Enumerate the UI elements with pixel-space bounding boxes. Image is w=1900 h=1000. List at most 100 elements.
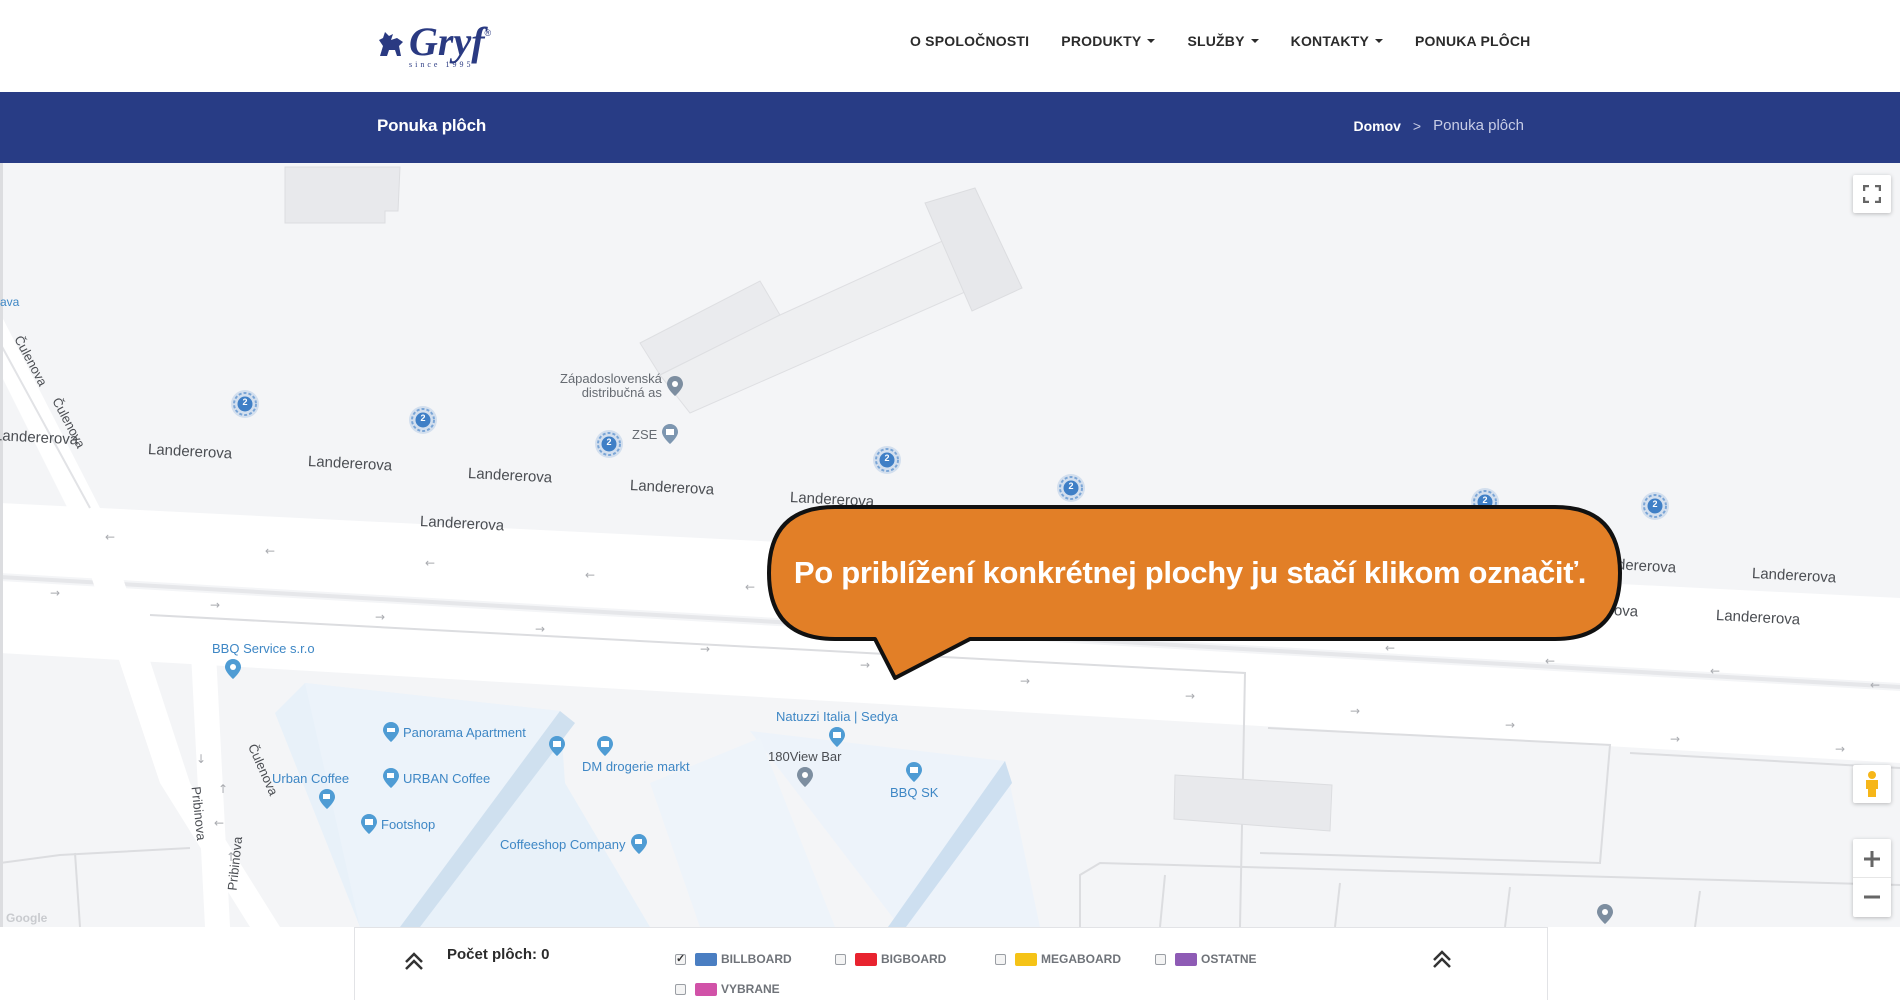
page: Gryf ® since 1995 O SPOLOČNOSTI PRODUKTY… [0, 0, 1900, 1000]
poi-bbq-sk[interactable]: BBQ SK [890, 761, 938, 800]
logo-registered: ® [484, 28, 492, 38]
poi-label: Západoslovenská [560, 371, 662, 386]
poi-label: ZSE [632, 426, 658, 442]
street-label: ava [0, 295, 20, 309]
poi-label: 180View Bar [768, 749, 842, 764]
filter-label: VYBRANE [721, 982, 780, 996]
poi-label: BBQ Service s.r.o [212, 641, 315, 656]
google-mark: Google [6, 911, 48, 925]
legend-filter-ostatne[interactable]: OSTATNE [1155, 952, 1257, 966]
poi-zse[interactable]: ZSE [632, 423, 679, 445]
breadcrumb-separator: > [1412, 117, 1422, 134]
nav-ponuka-ploch[interactable]: PONUKA PLÔCH [1415, 33, 1530, 49]
poi-dm-drogerie[interactable]: DM drogerie markt [582, 735, 690, 774]
svg-text:→: → [535, 622, 545, 636]
double-chevron-up-icon[interactable] [1431, 948, 1453, 970]
speech-bubble-shape [767, 505, 1622, 680]
svg-text:→: → [700, 642, 710, 656]
poi-urban-coffee[interactable]: URBAN Coffee [382, 767, 490, 789]
svg-text:←: ← [745, 580, 755, 594]
filter-checkbox[interactable] [675, 952, 686, 965]
poi-label: Coffeeshop Company [500, 836, 626, 852]
nav-label: PONUKA PLÔCH [1415, 33, 1531, 49]
billboard-cluster-marker[interactable]: 2 [1056, 473, 1086, 503]
location-pin-icon [666, 376, 683, 396]
svg-text:←: ← [265, 544, 275, 558]
legend-filter-bigboard[interactable]: BIGBOARD [835, 952, 946, 966]
filter-checkbox[interactable] [1155, 953, 1166, 965]
shop-pin-icon [597, 736, 613, 756]
location-pin-icon[interactable] [1596, 903, 1614, 925]
legend-filter-megaboard[interactable]: MEGABOARD [995, 952, 1121, 966]
caret-down-icon [1147, 39, 1156, 43]
food-pin-icon [225, 659, 241, 679]
filter-checkbox[interactable] [835, 953, 846, 965]
billboard-cluster-marker[interactable]: 2 [408, 405, 438, 435]
color-swatch [855, 952, 877, 966]
nav-label: KONTAKTY [1290, 33, 1369, 49]
svg-text:→: → [1670, 732, 1680, 746]
fullscreen-button[interactable] [1853, 175, 1891, 213]
billboard-cluster-marker[interactable]: 2 [1640, 491, 1670, 521]
cluster-count: 2 [884, 453, 890, 463]
logo-text: Gryf [409, 19, 485, 64]
cafe-pin-icon [383, 768, 399, 788]
cluster-count: 2 [242, 397, 248, 407]
svg-text:→: → [210, 598, 220, 612]
site-header: Gryf ® since 1995 O SPOLOČNOSTI PRODUKTY… [0, 0, 1900, 92]
svg-text:↓: ↓ [196, 752, 206, 766]
poi-zse-distribution[interactable]: Západoslovenská distribučná as [560, 372, 684, 400]
billboard-cluster-marker[interactable]: 2 [872, 445, 902, 475]
poi-natuzzi[interactable]: Natuzzi Italia | Sedya [776, 709, 898, 748]
legend-filter-vybrane[interactable]: VYBRANE [675, 982, 780, 996]
tooltip-bubble: Po priblížení konkrétnej plochy ju stačí… [765, 503, 1625, 683]
office-pin-icon [662, 424, 679, 444]
poi-coffeeshop-company[interactable]: Coffeeshop Company [500, 833, 648, 855]
filter-checkbox[interactable] [995, 953, 1006, 965]
cluster-count: 2 [420, 413, 426, 423]
nav-produkty[interactable]: PRODUKTY [1061, 33, 1156, 49]
poi-180view-bar[interactable]: 180View Bar [768, 749, 841, 788]
color-swatch [695, 952, 717, 966]
griffin-icon [379, 32, 403, 56]
svg-text:→: → [1835, 742, 1845, 756]
poi-footshop[interactable]: Footshop [360, 813, 435, 835]
main-nav: O SPOLOČNOSTI PRODUKTY SLUŽBY KONTAKTY P… [910, 33, 1562, 49]
svg-text:←: ← [214, 816, 224, 830]
poi-label: BBQ SK [890, 785, 939, 800]
map-canvas[interactable]: ←←←← ←←←← ←←←← →→→→ →→→→ →→→→ ↓↑←↑ Lande… [0, 163, 1900, 927]
nav-label: SLUŽBY [1187, 33, 1245, 49]
nav-kontakty[interactable]: KONTAKTY [1291, 33, 1383, 49]
billboard-cluster-marker[interactable]: 2 [230, 389, 260, 419]
legend-filter-billboard[interactable]: BILLBOARD [675, 952, 792, 966]
poi-panorama-apartment[interactable]: Panorama Apartment [382, 721, 526, 743]
poi-label: DM drogerie markt [582, 759, 690, 774]
caret-down-icon [1375, 39, 1383, 43]
cafe-pin-icon [630, 834, 647, 854]
color-swatch [695, 982, 717, 996]
nav-sluzby[interactable]: SLUŽBY [1187, 33, 1259, 49]
svg-text:←: ← [585, 568, 595, 582]
svg-text:←: ← [1710, 664, 1720, 678]
poi-dm-pin-2[interactable] [548, 735, 566, 757]
nav-o-spolocnosti[interactable]: O SPOLOČNOSTI [910, 33, 1029, 49]
pegman-icon [1866, 771, 1878, 797]
filter-checkbox[interactable] [675, 983, 686, 995]
zoom-controls [1853, 839, 1891, 917]
color-swatch [1175, 952, 1197, 966]
zoom-out-button[interactable] [1853, 878, 1891, 916]
street-view-pegman[interactable] [1853, 765, 1891, 803]
filter-label: OSTATNE [1201, 952, 1257, 966]
poi-urban-coffee-2[interactable]: Urban Coffee [272, 771, 349, 810]
gryf-logo[interactable]: Gryf ® since 1995 [377, 22, 491, 70]
poi-bbq-service[interactable]: BBQ Service s.r.o [212, 641, 315, 680]
double-chevron-up-icon[interactable] [403, 950, 425, 972]
logo-since: since 1995 [409, 60, 474, 69]
zoom-in-button[interactable] [1853, 840, 1891, 878]
svg-text:←: ← [105, 530, 115, 544]
breadcrumb-home-link[interactable]: Domov [1353, 118, 1400, 134]
caret-down-icon [1250, 39, 1259, 43]
svg-text:↑: ↑ [218, 782, 228, 796]
billboard-cluster-marker[interactable]: 2 [594, 429, 624, 459]
svg-text:→: → [50, 586, 60, 600]
